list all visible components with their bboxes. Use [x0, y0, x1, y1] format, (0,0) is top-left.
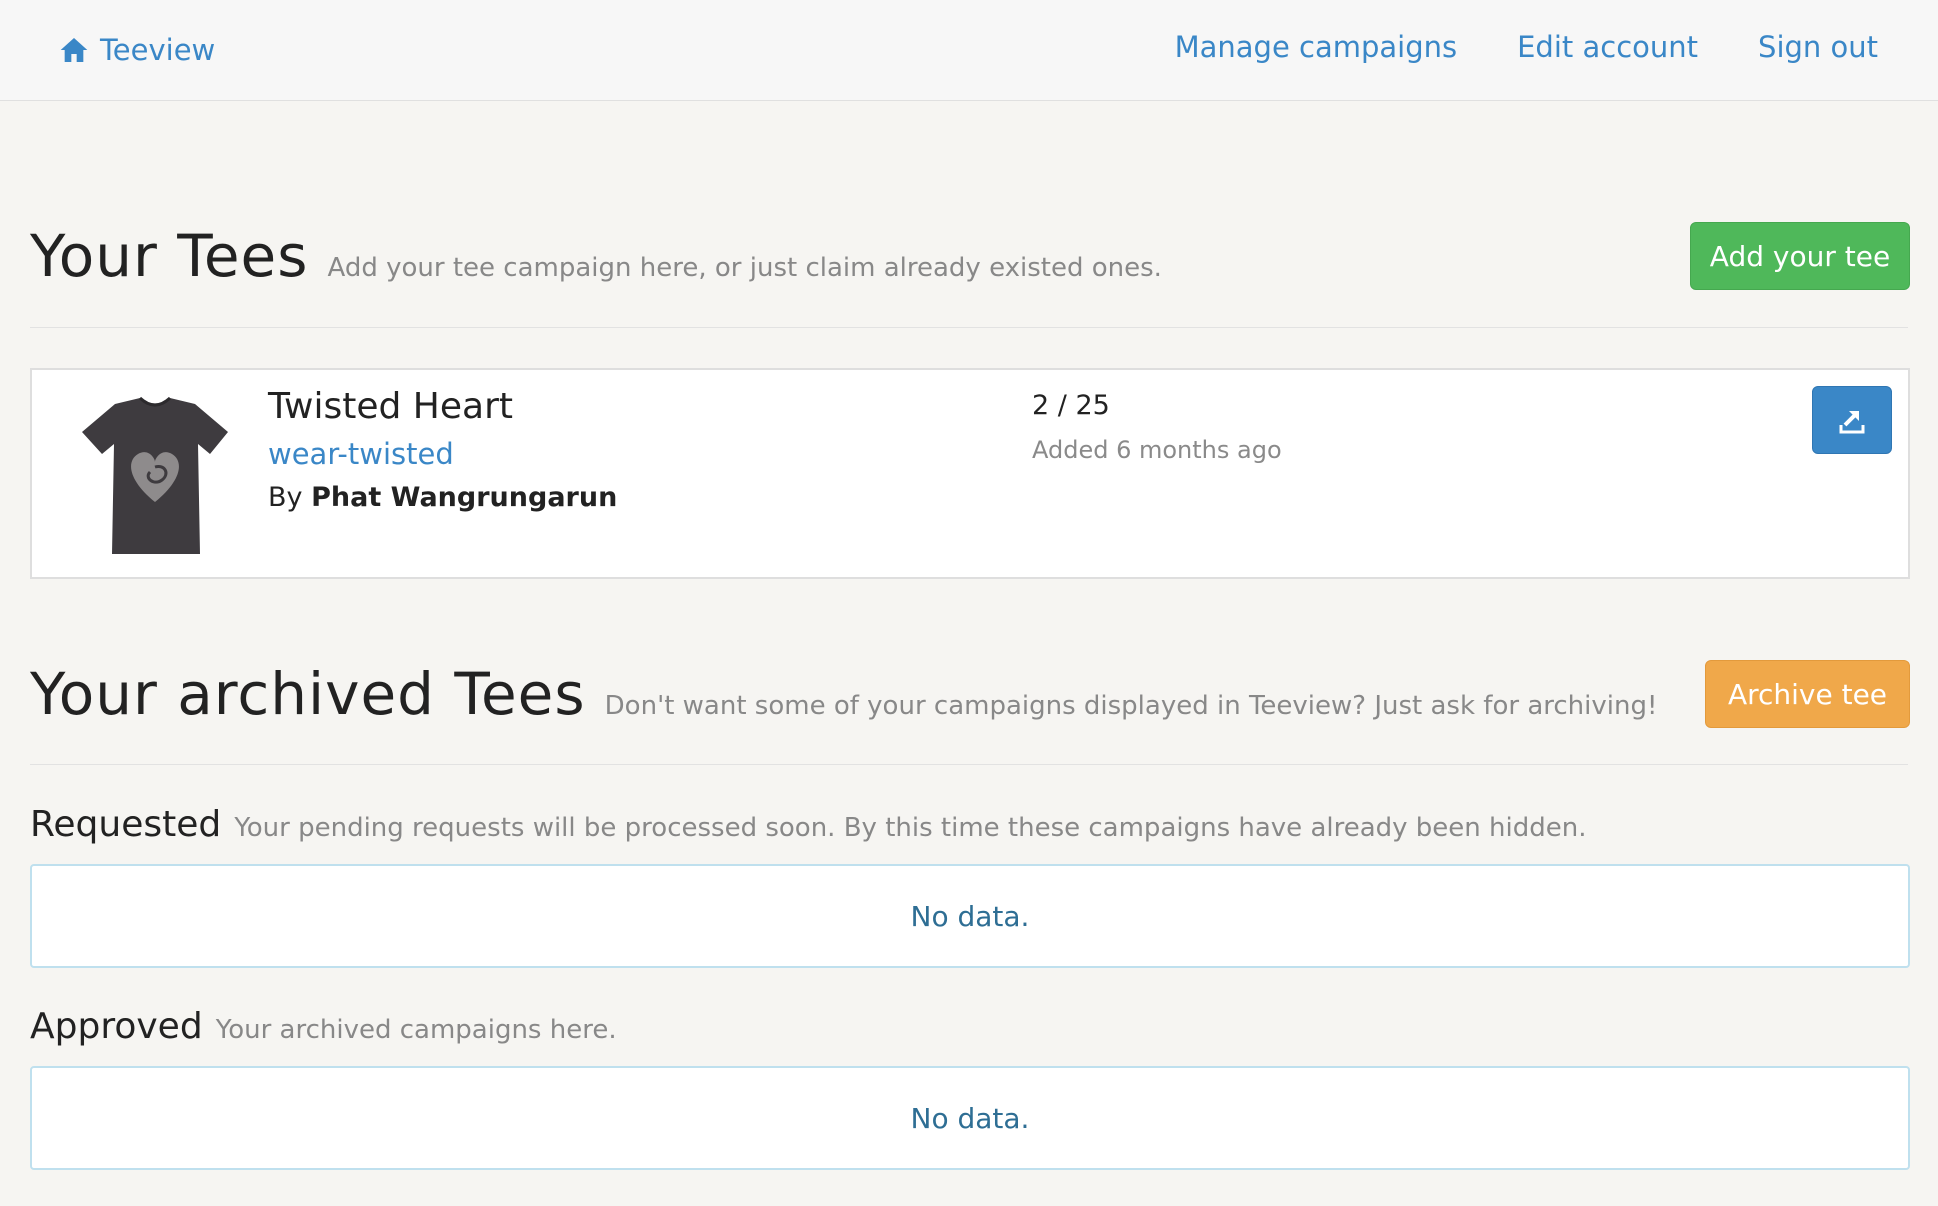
your-tees-header: Your Tees Add your tee campaign here, or… [30, 222, 1908, 290]
top-navbar: Teeview Manage campaigns Edit account Si… [0, 0, 1938, 101]
requested-header: Requested Your pending requests will be … [30, 804, 1908, 845]
tee-sold-count: 2 / 25 [1032, 390, 1110, 421]
tee-shirt-image [82, 396, 228, 554]
archived-title: Your archived Tees [30, 660, 586, 728]
approved-header: Approved Your archived campaigns here. [30, 1006, 1908, 1047]
approved-empty-box: No data. [30, 1066, 1910, 1170]
tee-slug-link[interactable]: wear-twisted [268, 437, 454, 471]
tee-by-label: By [268, 482, 303, 513]
nav-edit-account[interactable]: Edit account [1517, 30, 1698, 64]
requested-subtitle: Your pending requests will be processed … [234, 813, 1587, 843]
nav-sign-out[interactable]: Sign out [1758, 30, 1878, 64]
nav-links: Manage campaigns Edit account Sign out [1175, 30, 1878, 64]
divider [30, 764, 1908, 765]
export-icon [1839, 411, 1865, 434]
archived-subtitle: Don't want some of your campaigns displa… [604, 691, 1658, 721]
approved-subtitle: Your archived campaigns here. [215, 1015, 617, 1045]
tee-card: Twisted Heart wear-twisted By Phat Wangr… [30, 368, 1910, 579]
tee-author-line: By Phat Wangrungarun [268, 482, 617, 513]
requested-title: Requested [30, 804, 222, 845]
export-button[interactable] [1812, 386, 1892, 454]
add-tee-button[interactable]: Add your tee [1690, 222, 1910, 290]
brand-link[interactable]: Teeview [58, 30, 215, 70]
tee-added-time: Added 6 months ago [1032, 436, 1282, 464]
tee-name: Twisted Heart [268, 386, 513, 427]
archive-tee-button[interactable]: Archive tee [1705, 660, 1910, 728]
divider [30, 327, 1908, 328]
archived-header: Your archived Tees Don't want some of yo… [30, 660, 1908, 728]
your-tees-subtitle: Add your tee campaign here, or just clai… [327, 253, 1162, 283]
nav-manage-campaigns[interactable]: Manage campaigns [1175, 30, 1458, 64]
brand-label: Teeview [100, 33, 216, 67]
requested-empty-box: No data. [30, 864, 1910, 968]
home-icon [60, 38, 88, 62]
your-tees-title: Your Tees [30, 222, 309, 290]
approved-title: Approved [30, 1006, 203, 1047]
tee-author: Phat Wangrungarun [311, 482, 618, 513]
